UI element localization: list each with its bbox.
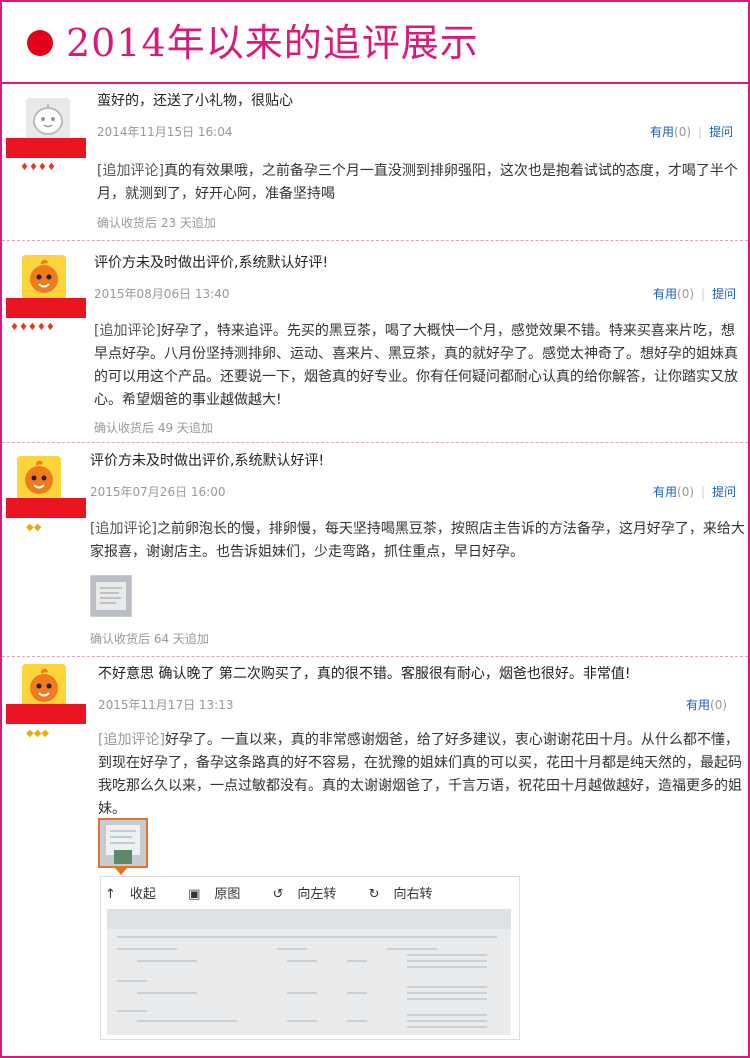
confirm-note: 确认收货后 64 天追加	[90, 632, 209, 646]
review-date: 2015年07月26日 16:00	[90, 485, 226, 499]
divider	[2, 656, 748, 657]
rotate-left-icon: ↺	[272, 887, 284, 902]
rotate-left-button[interactable]: ↺ 向左转	[273, 887, 351, 902]
useful-count: (0)	[674, 125, 692, 139]
review-actions: 有用(0) | 提问	[650, 123, 733, 140]
page-header: 2014年以来的追评展示	[2, 2, 748, 84]
review-photo-thumbnail[interactable]	[98, 818, 148, 868]
cartoon-avatar-icon	[22, 255, 66, 299]
review-date: 2014年11月15日 16:04	[97, 125, 233, 139]
bullet-dot-icon	[27, 30, 53, 56]
username-redacted	[6, 138, 86, 158]
avatar	[22, 664, 66, 708]
follow-up-tag: [追加评论]	[98, 732, 165, 748]
cartoon-avatar-icon	[17, 456, 61, 500]
divider: |	[701, 485, 706, 499]
user-level-icon: ♦♦♦♦♦	[10, 322, 55, 333]
ask-button[interactable]: 提问	[709, 125, 733, 139]
review-text: 评价方未及时做出评价,系统默认好评!	[94, 255, 329, 271]
follow-up-tag: [追加评论]	[90, 521, 157, 537]
useful-count: (0)	[677, 287, 695, 301]
avatar	[22, 255, 66, 299]
review-text: 蛮好的，还送了小礼物，很贴心	[97, 93, 293, 109]
useful-count: (0)	[710, 698, 728, 712]
useful-button[interactable]: 有用	[653, 287, 677, 301]
follow-up-tag: [追加评论]	[97, 163, 164, 179]
review-actions: 有用(0)	[686, 696, 727, 713]
review-actions: 有用(0) | 提问	[653, 285, 736, 302]
useful-button[interactable]: 有用	[686, 698, 710, 712]
divider: |	[701, 287, 706, 301]
ask-button[interactable]: 提问	[712, 287, 736, 301]
user-level-icon: ♦♦♦♦	[20, 162, 56, 173]
useful-button[interactable]: 有用	[653, 485, 677, 499]
user-level-icon: ◆◆◆	[26, 728, 50, 739]
review-date: 2015年08月06日 13:40	[94, 287, 230, 301]
collapse-button[interactable]: ↑ 收起	[105, 887, 170, 902]
review-photo-thumbnail[interactable]	[90, 575, 132, 617]
image-icon: ▣	[188, 887, 201, 902]
avatar	[17, 456, 61, 500]
review-text: 不好意思 确认晚了 第二次购买了，真的很不错。客服很有耐心，烟爸也很好。非常值!	[98, 666, 631, 682]
review-actions: 有用(0) | 提问	[653, 483, 736, 500]
pointer-arrow-icon	[114, 867, 128, 875]
follow-up-text: 之前卵泡长的慢，排卵慢，每天坚持喝黑豆茶，按照店主告诉的方法备孕，这月好孕了，来…	[90, 521, 745, 560]
follow-up-tag: [追加评论]	[94, 323, 161, 339]
follow-up-review: [追加评论]好孕了。一直以来，真的非常感谢烟爸，给了好多建议，衷心谢谢花田十月。…	[98, 729, 746, 821]
confirm-note: 确认收货后 49 天追加	[94, 421, 213, 435]
follow-up-text: 真的有效果哦，之前备孕三个月一直没测到排卵强阳，这次也是抱着试试的态度，才喝了半…	[97, 163, 738, 202]
rotate-right-icon: ↻	[368, 887, 380, 902]
photo-icon	[100, 820, 146, 866]
divider: |	[698, 125, 703, 139]
collapse-icon: ↑	[105, 887, 116, 902]
page-title: 2014年以来的追评展示	[66, 21, 479, 65]
divider	[2, 442, 748, 443]
ask-button[interactable]: 提问	[712, 485, 736, 499]
image-viewer: ↑ 收起 ▣ 原图 ↺ 向左转 ↻ 向右转	[100, 876, 520, 1040]
follow-up-review: [追加评论]好孕了，特来追评。先买的黑豆茶，喝了大概快一个月，感觉效果不错。特来…	[94, 320, 746, 412]
follow-up-review: [追加评论]真的有效果哦，之前备孕三个月一直没测到排卵强阳，这次也是抱着试试的态…	[97, 160, 747, 206]
rotate-right-button[interactable]: ↻ 向右转	[369, 887, 447, 902]
photo-icon	[91, 576, 131, 616]
review-date: 2015年11月17日 13:13	[98, 698, 234, 712]
review-text: 评价方未及时做出评价,系统默认好评!	[90, 453, 325, 469]
divider	[2, 240, 748, 241]
avatar	[26, 98, 70, 142]
follow-up-review: [追加评论]之前卵泡长的慢，排卵慢，每天坚持喝黑豆茶，按照店主告诉的方法备孕，这…	[90, 518, 745, 564]
username-redacted	[6, 498, 86, 518]
confirm-note: 确认收货后 23 天追加	[97, 216, 216, 230]
useful-button[interactable]: 有用	[650, 125, 674, 139]
username-redacted	[6, 704, 86, 724]
cartoon-avatar-icon	[22, 664, 66, 708]
report-image	[107, 909, 511, 1035]
lab-report-photo	[107, 909, 511, 1035]
username-redacted	[6, 298, 86, 318]
useful-count: (0)	[677, 485, 695, 499]
original-image-button[interactable]: ▣ 原图	[188, 887, 254, 902]
follow-up-text: 好孕了。一直以来，真的非常感谢烟爸，给了好多建议，衷心谢谢花田十月。从什么都不懂…	[98, 732, 742, 817]
default-avatar-icon	[26, 98, 70, 142]
user-level-icon: ◆◆	[26, 522, 42, 533]
viewer-toolbar: ↑ 收起 ▣ 原图 ↺ 向左转 ↻ 向右转	[105, 883, 461, 902]
follow-up-text: 好孕了，特来追评。先买的黑豆茶，喝了大概快一个月，感觉效果不错。特来买喜来片吃，…	[94, 323, 738, 408]
